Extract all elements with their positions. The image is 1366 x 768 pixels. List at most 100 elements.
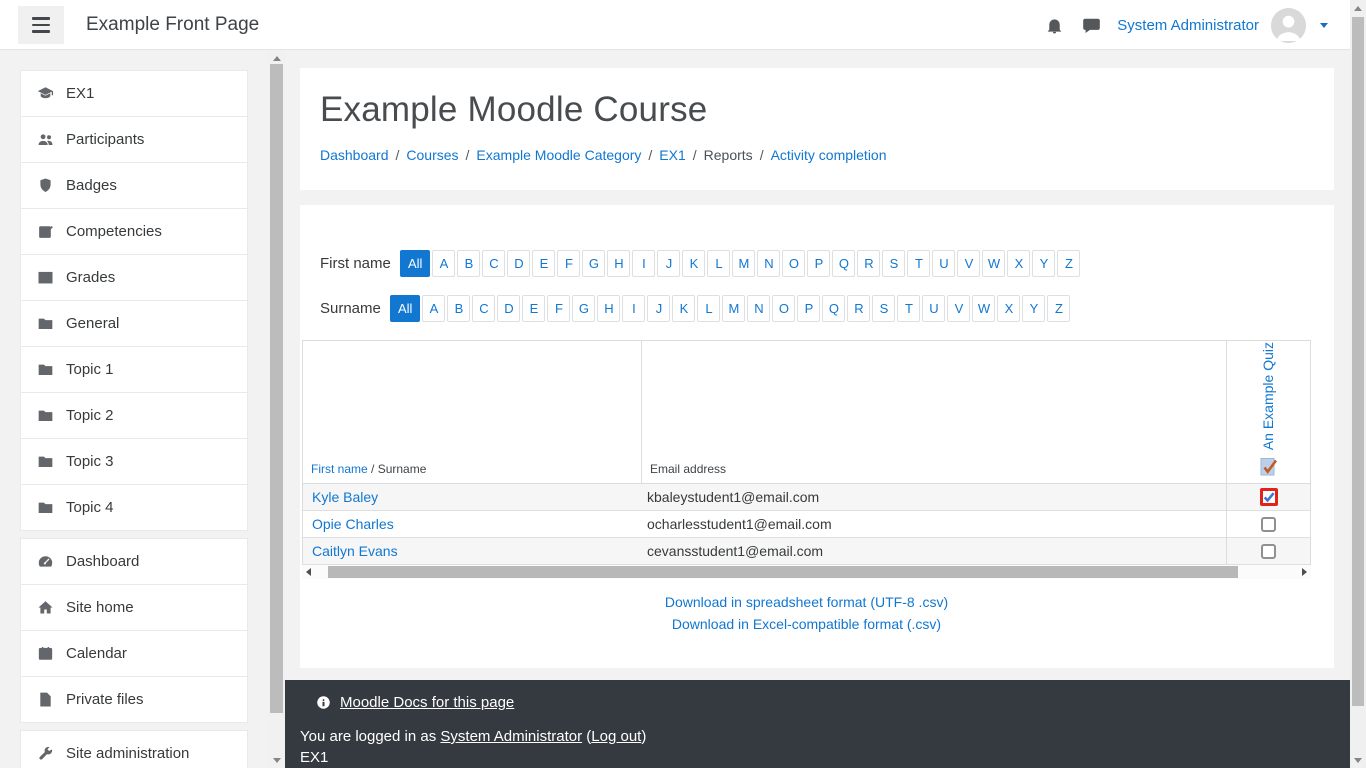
first-name-letter-t[interactable]: T (907, 250, 931, 277)
surname-letter-x[interactable]: X (997, 295, 1021, 322)
first-name-letter-j[interactable]: J (657, 250, 681, 277)
activity-quiz-link[interactable]: An Example Quiz (1260, 342, 1276, 450)
first-name-letter-l[interactable]: L (707, 250, 731, 277)
surname-letter-all[interactable]: All (390, 295, 421, 322)
sidebar-item-site-administration[interactable]: Site administration (20, 730, 248, 768)
main-scroll-up-button[interactable] (1350, 0, 1366, 16)
surname-letter-e[interactable]: E (522, 295, 546, 322)
surname-letter-g[interactable]: G (572, 295, 596, 322)
first-name-letter-all[interactable]: All (400, 250, 431, 277)
surname-letter-k[interactable]: K (672, 295, 696, 322)
surname-letter-i[interactable]: I (622, 295, 646, 322)
sidebar-item-topic-3[interactable]: Topic 3 (20, 438, 248, 485)
surname-letter-z[interactable]: Z (1047, 295, 1071, 322)
download-excel-link[interactable]: Download in Excel-compatible format (.cs… (302, 613, 1311, 635)
sidebar-item-general[interactable]: General (20, 300, 248, 347)
surname-letter-m[interactable]: M (722, 295, 746, 322)
first-name-letter-a[interactable]: A (432, 250, 456, 277)
student-name-link[interactable]: Opie Charles (312, 516, 394, 532)
sort-firstname-link[interactable]: First name (311, 462, 368, 476)
surname-letter-j[interactable]: J (647, 295, 671, 322)
sidebar-item-competencies[interactable]: Competencies (20, 208, 248, 255)
sidebar-item-topic-2[interactable]: Topic 2 (20, 392, 248, 439)
drawer-scrollbar-thumb[interactable] (270, 64, 283, 713)
breadcrumb-link-courses[interactable]: Courses (406, 147, 458, 163)
main-scrollbar-thumb[interactable] (1352, 17, 1364, 706)
sidebar-item-grades[interactable]: Grades (20, 254, 248, 301)
chevron-down-icon[interactable] (1320, 22, 1328, 28)
first-name-letter-e[interactable]: E (532, 250, 556, 277)
surname-letter-y[interactable]: Y (1022, 295, 1046, 322)
user-menu-link[interactable]: System Administrator (1117, 17, 1259, 34)
sidebar-item-site-home[interactable]: Site home (20, 584, 248, 631)
student-name-link[interactable]: Kyle Baley (312, 489, 378, 505)
surname-letter-v[interactable]: V (947, 295, 971, 322)
sidebar-item-topic-4[interactable]: Topic 4 (20, 484, 248, 531)
sidebar-item-calendar[interactable]: Calendar (20, 630, 248, 677)
surname-letter-u[interactable]: U (922, 295, 946, 322)
first-name-letter-r[interactable]: R (857, 250, 881, 277)
hscroll-thumb[interactable] (328, 566, 1238, 578)
surname-letter-n[interactable]: N (747, 295, 771, 322)
surname-letter-c[interactable]: C (472, 295, 496, 322)
moodle-docs-link[interactable]: Moodle Docs for this page (340, 694, 514, 711)
logout-link[interactable]: Log out (591, 728, 641, 745)
first-name-letter-x[interactable]: X (1007, 250, 1031, 277)
first-name-letter-w[interactable]: W (982, 250, 1006, 277)
sidebar-item-participants[interactable]: Participants (20, 116, 248, 163)
main-scrollbar[interactable] (1350, 0, 1366, 768)
first-name-letter-m[interactable]: M (732, 250, 756, 277)
surname-letter-s[interactable]: S (872, 295, 896, 322)
first-name-letter-u[interactable]: U (932, 250, 956, 277)
hscroll-left-button[interactable] (302, 565, 315, 579)
notifications-button[interactable] (1045, 16, 1064, 35)
surname-letter-l[interactable]: L (697, 295, 721, 322)
first-name-letter-h[interactable]: H (607, 250, 631, 277)
surname-letter-a[interactable]: A (422, 295, 446, 322)
hscroll-right-button[interactable] (1298, 565, 1311, 579)
surname-letter-b[interactable]: B (447, 295, 471, 322)
sidebar-item-topic-1[interactable]: Topic 1 (20, 346, 248, 393)
breadcrumb-link-activity-completion[interactable]: Activity completion (771, 147, 887, 163)
first-name-letter-y[interactable]: Y (1032, 250, 1056, 277)
surname-letter-p[interactable]: P (797, 295, 821, 322)
first-name-letter-g[interactable]: G (582, 250, 606, 277)
first-name-letter-f[interactable]: F (557, 250, 581, 277)
sidebar-item-private-files[interactable]: Private files (20, 676, 248, 723)
surname-letter-w[interactable]: W (972, 295, 996, 322)
first-name-letter-p[interactable]: P (807, 250, 831, 277)
drawer-scrollbar[interactable] (268, 50, 285, 768)
surname-letter-t[interactable]: T (897, 295, 921, 322)
messages-button[interactable] (1082, 16, 1101, 35)
first-name-letter-q[interactable]: Q (832, 250, 856, 277)
first-name-letter-z[interactable]: Z (1057, 250, 1081, 277)
logged-in-user-link[interactable]: System Administrator (440, 728, 582, 745)
first-name-letter-d[interactable]: D (507, 250, 531, 277)
breadcrumb-link-example-moodle-category[interactable]: Example Moodle Category (476, 147, 641, 163)
avatar[interactable] (1271, 7, 1306, 43)
download-csv-link[interactable]: Download in spreadsheet format (UTF-8 .c… (302, 591, 1311, 613)
first-name-letter-i[interactable]: I (632, 250, 656, 277)
menu-button[interactable] (18, 6, 64, 44)
sidebar-item-badges[interactable]: Badges (20, 162, 248, 209)
main-scroll-down-button[interactable] (1350, 752, 1366, 768)
first-name-letter-k[interactable]: K (682, 250, 706, 277)
surname-letter-h[interactable]: H (597, 295, 621, 322)
surname-letter-r[interactable]: R (847, 295, 871, 322)
sidebar-item-dashboard[interactable]: Dashboard (20, 538, 248, 585)
first-name-letter-s[interactable]: S (882, 250, 906, 277)
surname-letter-f[interactable]: F (547, 295, 571, 322)
breadcrumb-link-dashboard[interactable]: Dashboard (320, 147, 389, 163)
surname-letter-d[interactable]: D (497, 295, 521, 322)
first-name-letter-v[interactable]: V (957, 250, 981, 277)
breadcrumb-link-ex1[interactable]: EX1 (659, 147, 685, 163)
drawer-scroll-down-button[interactable] (268, 752, 285, 768)
first-name-letter-b[interactable]: B (457, 250, 481, 277)
first-name-letter-c[interactable]: C (482, 250, 506, 277)
table-horizontal-scrollbar[interactable] (302, 565, 1311, 579)
student-name-link[interactable]: Caitlyn Evans (312, 543, 398, 559)
surname-letter-q[interactable]: Q (822, 295, 846, 322)
first-name-letter-n[interactable]: N (757, 250, 781, 277)
sidebar-item-ex1[interactable]: EX1 (20, 70, 248, 117)
first-name-letter-o[interactable]: O (782, 250, 806, 277)
